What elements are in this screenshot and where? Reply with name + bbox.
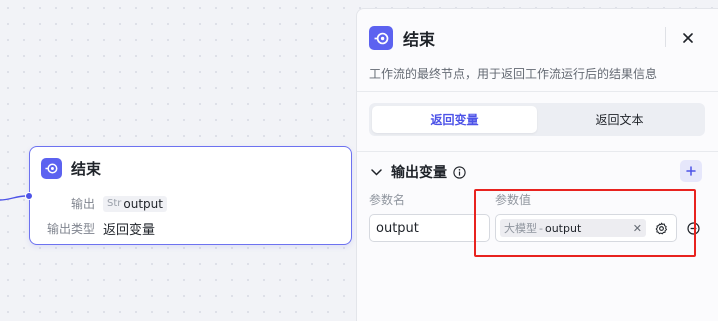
- section-title: 输出变量: [391, 165, 447, 181]
- node-header: 结束: [41, 158, 101, 179]
- end-node-icon: [369, 26, 393, 50]
- close-icon: [683, 33, 693, 43]
- variable-reference-chip: 大模型 - output ✕: [500, 219, 646, 237]
- tab-return-text[interactable]: 返回文本: [537, 106, 702, 133]
- output-variable-tag: Str output: [103, 195, 167, 212]
- panel-description: 工作流的最终节点，用于返回工作流运行后的结果信息: [369, 67, 658, 81]
- reference-variable: output: [544, 221, 582, 235]
- reference-source-node: 大模型: [504, 222, 537, 235]
- node-input-port[interactable]: [25, 192, 33, 200]
- output-type-label: Str: [107, 198, 122, 209]
- panel-header: 结束: [369, 26, 435, 50]
- plus-icon: [686, 166, 696, 176]
- tab-return-variable[interactable]: 返回变量: [372, 106, 537, 133]
- output-key-label: 输出: [70, 197, 95, 211]
- node-title: 结束: [71, 160, 102, 178]
- param-name-input[interactable]: [369, 214, 490, 242]
- end-node-card[interactable]: 结束 输出 Str output 输出类型 返回变量: [29, 146, 352, 245]
- add-variable-button[interactable]: [680, 160, 702, 182]
- output-type-value: 返回变量: [103, 223, 156, 238]
- node-output-row: 输出 Str output: [41, 195, 167, 212]
- panel-title: 结束: [403, 30, 436, 49]
- clear-reference-icon[interactable]: ✕: [633, 222, 642, 235]
- remove-circle-icon: [686, 221, 700, 235]
- info-icon[interactable]: [453, 165, 466, 179]
- param-name-column-label: 参数名: [369, 193, 406, 207]
- param-value-column-label: 参数值: [495, 193, 532, 207]
- divider: [357, 151, 718, 152]
- end-node-icon: [41, 158, 62, 179]
- close-panel-button[interactable]: [677, 27, 699, 49]
- output-variables-section-header: 输出变量: [369, 162, 466, 182]
- output-mode-switch: 返回变量 返回文本: [369, 103, 705, 136]
- divider: [357, 91, 718, 92]
- param-value-reference-field[interactable]: 大模型 - output ✕: [495, 214, 677, 242]
- output-variable-name: output: [123, 196, 163, 211]
- node-settings-panel: 结束 工作流的最终节点，用于返回工作流运行后的结果信息 返回变量 返回文本 输出…: [356, 8, 718, 321]
- remove-variable-button[interactable]: [686, 221, 700, 235]
- chevron-down-icon[interactable]: [369, 165, 383, 179]
- reference-separator: -: [539, 221, 543, 235]
- settings-gear-icon[interactable]: [654, 221, 668, 235]
- header-divider: [665, 27, 666, 47]
- node-output-type-row: 输出类型 返回变量: [41, 219, 155, 238]
- output-type-key-label: 输出类型: [46, 222, 95, 236]
